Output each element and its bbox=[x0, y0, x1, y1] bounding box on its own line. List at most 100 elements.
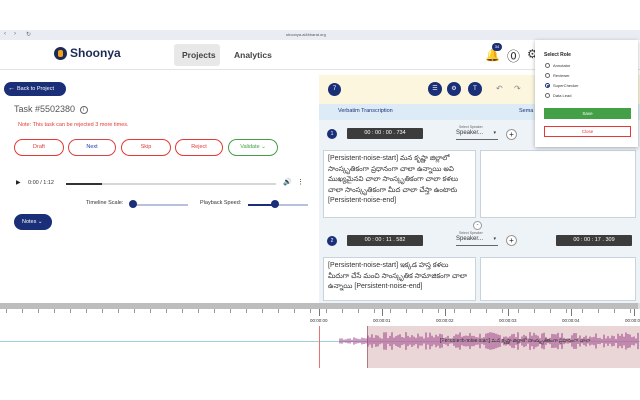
undo-icon[interactable]: ↶ bbox=[496, 84, 503, 93]
select-role-popup: Select Role Annotator Reviewer SuperChec… bbox=[535, 40, 638, 147]
timeline-tick-label: 00:00:01 bbox=[373, 318, 391, 323]
timeline-scale-knob[interactable] bbox=[129, 200, 137, 208]
timeline-minor-tick bbox=[310, 309, 311, 313]
notes-button[interactable]: Notes ⌄ bbox=[14, 214, 52, 230]
nav-projects[interactable]: Projects bbox=[174, 44, 220, 66]
task-title-text: Task #5502380 bbox=[14, 104, 76, 114]
timeline-minor-tick bbox=[614, 309, 615, 313]
timeline-minor-tick bbox=[454, 309, 455, 313]
speaker-select[interactable]: Speaker... ▾ bbox=[456, 130, 498, 140]
role-save-button[interactable]: Save bbox=[544, 108, 631, 119]
settings-gear-icon[interactable]: ⚙ bbox=[447, 82, 461, 96]
timeline-scale-track[interactable] bbox=[135, 204, 188, 206]
browser-reload-icon[interactable]: ↻ bbox=[26, 31, 31, 38]
browser-forward-icon[interactable]: › bbox=[14, 31, 16, 37]
timeline-minor-tick bbox=[534, 309, 535, 313]
arrow-left-icon: ← bbox=[8, 85, 15, 92]
verbatim-text-area[interactable]: [Persistent-noise-start] మన కృష్ణా జిల్ల… bbox=[323, 150, 476, 218]
timeline-minor-tick bbox=[374, 309, 375, 313]
timeline-minor-tick bbox=[150, 309, 151, 313]
timeline-minor-tick bbox=[134, 309, 135, 313]
timeline-minor-tick bbox=[550, 309, 551, 313]
speaker-select-tag: Select Speaker bbox=[459, 231, 483, 235]
timeline-minor-tick bbox=[630, 309, 631, 313]
radio-reviewer[interactable] bbox=[545, 73, 550, 78]
timeline-tick-label: 00:00:04 bbox=[562, 318, 580, 323]
timeline-minor-tick bbox=[262, 309, 263, 313]
timeline-tick bbox=[571, 309, 572, 316]
timeline-minor-tick bbox=[294, 309, 295, 313]
timeline-minor-tick bbox=[230, 309, 231, 313]
segment-start-time[interactable]: 00 : 00 : 00 . 734 bbox=[347, 128, 423, 139]
reject-button[interactable]: Reject bbox=[175, 139, 223, 156]
playback-speed-track[interactable] bbox=[276, 204, 308, 206]
browser-back-icon[interactable]: ‹ bbox=[4, 31, 6, 37]
audio-progress-fill bbox=[66, 183, 102, 185]
timeline-tick bbox=[445, 309, 446, 316]
timeline-tick-label: 00:00:00 bbox=[310, 318, 328, 323]
radio-superchecker[interactable] bbox=[545, 83, 550, 88]
role-popup-title: Select Role bbox=[544, 52, 571, 58]
expand-chevron-icon[interactable]: ⌃ bbox=[473, 221, 482, 230]
timeline-minor-tick bbox=[278, 309, 279, 313]
more-options-icon[interactable]: ⋮ bbox=[297, 178, 304, 186]
radio-label-data-lead: Data Lead bbox=[553, 93, 572, 98]
volume-icon[interactable]: 🔊 bbox=[283, 178, 292, 186]
back-to-project-button[interactable]: ← Back to Project bbox=[4, 82, 66, 96]
audio-player: ▶ 0:00 / 1:12 🔊 ⋮ bbox=[8, 177, 310, 191]
playback-speed-knob[interactable] bbox=[271, 200, 279, 208]
timeline-minor-tick bbox=[214, 309, 215, 313]
logo-text: Shoonya bbox=[70, 46, 121, 60]
validate-label: Validate bbox=[240, 144, 260, 150]
play-icon[interactable]: ▶ bbox=[16, 179, 21, 186]
redo-icon[interactable]: ↷ bbox=[514, 84, 521, 93]
speaker-value: Speaker... bbox=[456, 130, 484, 136]
segment-start-time[interactable]: 00 : 00 : 11 . 582 bbox=[347, 235, 423, 246]
semantic-text-area[interactable] bbox=[480, 257, 636, 301]
caret-down-icon: ▾ bbox=[493, 236, 496, 242]
text-format-icon[interactable]: T bbox=[468, 82, 482, 96]
role-close-button[interactable]: Close bbox=[544, 126, 631, 137]
timeline-footer bbox=[0, 368, 640, 400]
timeline-minor-tick bbox=[470, 309, 471, 313]
playhead[interactable] bbox=[319, 326, 320, 368]
semantic-text-area[interactable] bbox=[480, 150, 636, 218]
next-button[interactable]: Next bbox=[68, 139, 116, 156]
radio-label-reviewer: Reviewer bbox=[553, 73, 570, 78]
timeline-tick bbox=[382, 309, 383, 316]
timeline-minor-tick bbox=[166, 309, 167, 313]
task-reject-note: Note: This task can be rejected 3 more t… bbox=[18, 122, 129, 128]
column-header-semantic: Sema bbox=[519, 108, 534, 114]
timeline-scale-label: Timeline Scale: bbox=[86, 200, 124, 206]
nav-analytics[interactable]: Analytics bbox=[226, 44, 280, 66]
speaker-select[interactable]: Speaker... ▾ bbox=[456, 236, 498, 246]
timeline-tick bbox=[319, 309, 320, 316]
browser-toolbar: ‹ › ↻ shoonya.ai4bharat.org bbox=[0, 30, 640, 40]
add-segment-button[interactable]: + bbox=[506, 235, 517, 246]
radio-annotator[interactable] bbox=[545, 63, 550, 68]
skip-button[interactable]: Skip bbox=[121, 139, 171, 156]
back-button-label: Back to Project bbox=[17, 86, 54, 92]
timeline-minor-tick bbox=[198, 309, 199, 313]
step-indicator: 7 bbox=[328, 83, 341, 96]
document-icon[interactable]: ☰ bbox=[428, 82, 442, 96]
validate-button[interactable]: Validate ⌄ bbox=[228, 139, 278, 156]
info-icon[interactable]: i bbox=[79, 105, 88, 114]
add-segment-button[interactable]: + bbox=[506, 129, 517, 140]
timeline-minor-tick bbox=[86, 309, 87, 313]
help-icon[interactable]: ⓪ bbox=[507, 46, 520, 65]
timeline-minor-tick bbox=[598, 309, 599, 313]
segment-end-time[interactable]: 00 : 00 : 17 . 309 bbox=[556, 235, 632, 246]
draft-button[interactable]: Draft bbox=[14, 139, 64, 156]
radio-data-lead[interactable] bbox=[545, 93, 550, 98]
timeline-minor-tick bbox=[502, 309, 503, 313]
timeline-minor-tick bbox=[182, 309, 183, 313]
browser-url[interactable]: shoonya.ai4bharat.org bbox=[286, 32, 326, 37]
verbatim-text-area[interactable]: [Persistent-noise-start] ఇక్కడ హస్త కళలు… bbox=[323, 257, 476, 301]
timeline-minor-tick bbox=[406, 309, 407, 313]
timeline-minor-tick bbox=[390, 309, 391, 313]
chevron-down-icon: ⌄ bbox=[261, 144, 266, 150]
timeline-tick-label: 00:00:03 bbox=[499, 318, 517, 323]
timeline-minor-tick bbox=[6, 309, 7, 313]
timeline-tick bbox=[508, 309, 509, 316]
